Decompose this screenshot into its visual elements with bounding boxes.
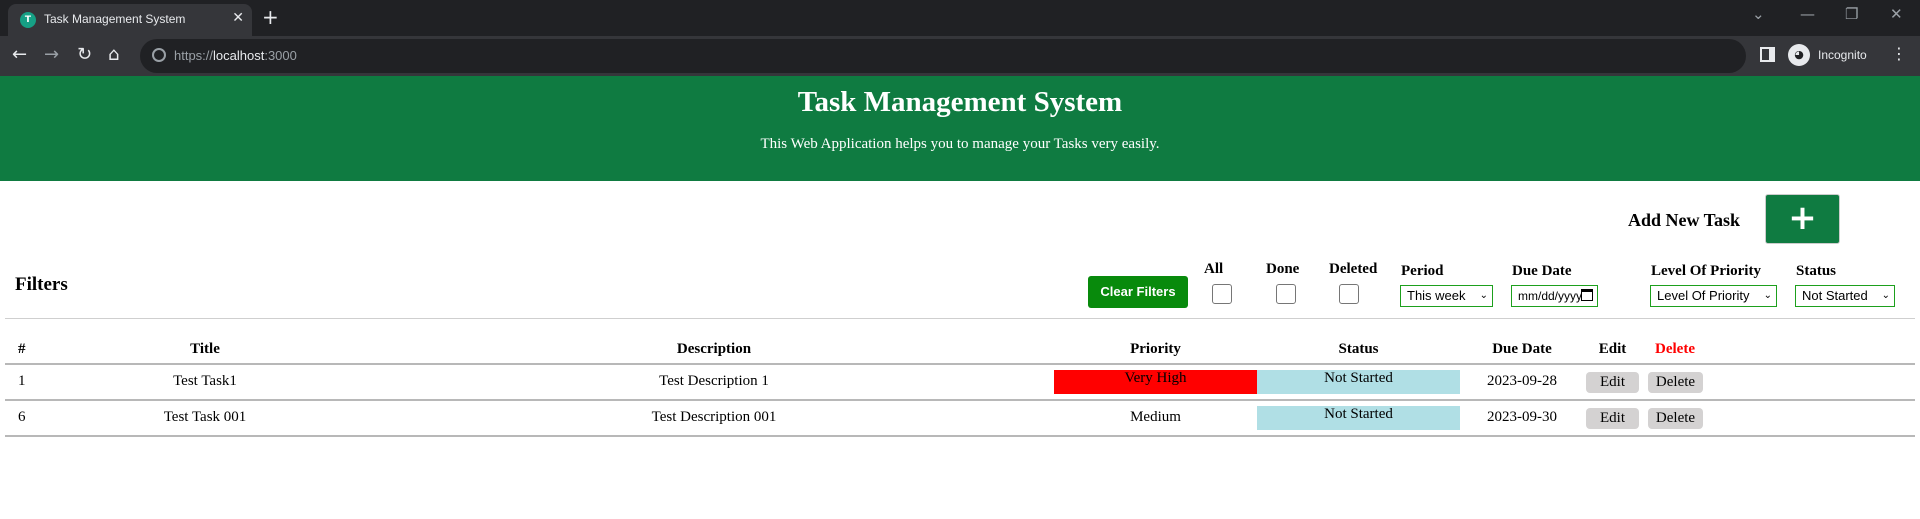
minimize-icon[interactable]: —: [1800, 5, 1815, 23]
row-title: Test Task1: [173, 373, 237, 389]
back-icon[interactable]: ←: [12, 44, 27, 65]
col-header-status: Status: [1338, 341, 1379, 357]
calendar-icon: [1581, 289, 1593, 301]
col-header-num: #: [18, 341, 26, 357]
due-date-placeholder: mm/dd/yyyy: [1518, 289, 1583, 303]
due-date-input[interactable]: mm/dd/yyyy: [1511, 285, 1598, 307]
col-header-due-date: Due Date: [1492, 341, 1552, 357]
status-badge: Not Started: [1257, 406, 1460, 430]
reload-icon[interactable]: ↻: [77, 44, 92, 65]
restore-icon[interactable]: ❐: [1845, 5, 1858, 23]
page-title: Task Management System: [797, 86, 1123, 118]
page-header: Task Management System This Web Applicat…: [0, 76, 1920, 181]
status-select-value: Not Started: [1802, 288, 1868, 303]
filter-priority-label: Level Of Priority: [1651, 263, 1761, 279]
window-close-icon[interactable]: ✕: [1890, 5, 1903, 23]
col-header-delete: Delete: [1655, 341, 1695, 357]
priority-badge: Very High: [1054, 370, 1257, 394]
filter-done-label: Done: [1266, 261, 1300, 277]
add-task-label: Add New Task: [1628, 210, 1741, 230]
filters-title: Filters: [15, 274, 68, 295]
col-header-description: Description: [676, 341, 752, 357]
edit-button[interactable]: Edit: [1586, 408, 1639, 429]
filter-all-checkbox[interactable]: [1212, 284, 1232, 304]
table-header-divider: [5, 363, 1915, 365]
priority-select[interactable]: Level Of Priority ⌄: [1650, 285, 1777, 307]
period-select-value: This week: [1407, 288, 1466, 303]
incognito-icon: ◕: [1788, 44, 1810, 66]
filter-due-date-label: Due Date: [1512, 263, 1572, 279]
status-select[interactable]: Not Started ⌄: [1795, 285, 1895, 307]
browser-tab[interactable]: T Task Management System ✕: [8, 4, 252, 36]
forward-icon[interactable]: →: [44, 44, 59, 65]
col-header-priority: Priority: [1130, 341, 1181, 357]
row-title: Test Task 001: [163, 409, 247, 425]
col-header-edit: Edit: [1598, 341, 1627, 357]
new-tab-icon[interactable]: +: [262, 5, 279, 29]
page-subtitle: This Web Application helps you to manage…: [760, 136, 1160, 152]
row-num: 1: [18, 373, 26, 389]
filter-done-checkbox[interactable]: [1276, 284, 1296, 304]
filters-divider: [5, 318, 1915, 319]
menu-icon[interactable]: ⋮: [1891, 44, 1907, 63]
filter-period-label: Period: [1401, 263, 1444, 279]
filter-all-label: All: [1204, 261, 1224, 277]
address-bar[interactable]: https://localhost:3000: [140, 39, 1746, 73]
side-panel-icon[interactable]: [1760, 47, 1775, 62]
close-icon[interactable]: ✕: [232, 10, 244, 26]
priority-badge: Medium: [1130, 409, 1181, 425]
period-select[interactable]: This week ⌄: [1400, 285, 1493, 307]
filter-status-label: Status: [1796, 263, 1837, 279]
delete-button[interactable]: Delete: [1648, 372, 1703, 393]
add-task-button[interactable]: +: [1765, 194, 1840, 244]
row-due-date: 2023-09-30: [1487, 409, 1557, 425]
filter-deleted-label: Deleted: [1329, 261, 1378, 277]
chevron-down-icon: ⌄: [1881, 290, 1890, 301]
favicon-icon: T: [20, 12, 36, 28]
clear-filters-button[interactable]: Clear Filters: [1088, 276, 1188, 308]
col-header-title: Title: [190, 341, 220, 357]
row-description: Test Description 001: [651, 409, 777, 425]
tab-search-icon[interactable]: ⌄: [1752, 5, 1765, 23]
url-text: https://localhost:3000: [174, 48, 297, 63]
filter-deleted-checkbox[interactable]: [1339, 284, 1359, 304]
tab-title: Task Management System: [44, 12, 186, 26]
row-due-date: 2023-09-28: [1487, 373, 1557, 389]
home-icon[interactable]: ⌂: [108, 44, 119, 65]
row-num: 6: [18, 409, 26, 425]
incognito-label: Incognito: [1818, 48, 1867, 62]
delete-button[interactable]: Delete: [1648, 408, 1703, 429]
browser-tabstrip: T Task Management System ✕ + ⌄ — ❐ ✕: [0, 0, 1920, 36]
chevron-down-icon: ⌄: [1479, 290, 1488, 301]
row-description: Test Description 1: [659, 373, 769, 389]
row-divider: [5, 435, 1915, 437]
status-badge: Not Started: [1257, 370, 1460, 394]
site-info-icon[interactable]: [152, 48, 166, 62]
browser-toolbar: ← → ↻ ⌂ https://localhost:3000 ◕ Incogni…: [0, 36, 1920, 76]
edit-button[interactable]: Edit: [1586, 372, 1639, 393]
row-divider: [5, 399, 1915, 401]
priority-select-value: Level Of Priority: [1657, 288, 1750, 303]
chevron-down-icon: ⌄: [1763, 290, 1772, 301]
